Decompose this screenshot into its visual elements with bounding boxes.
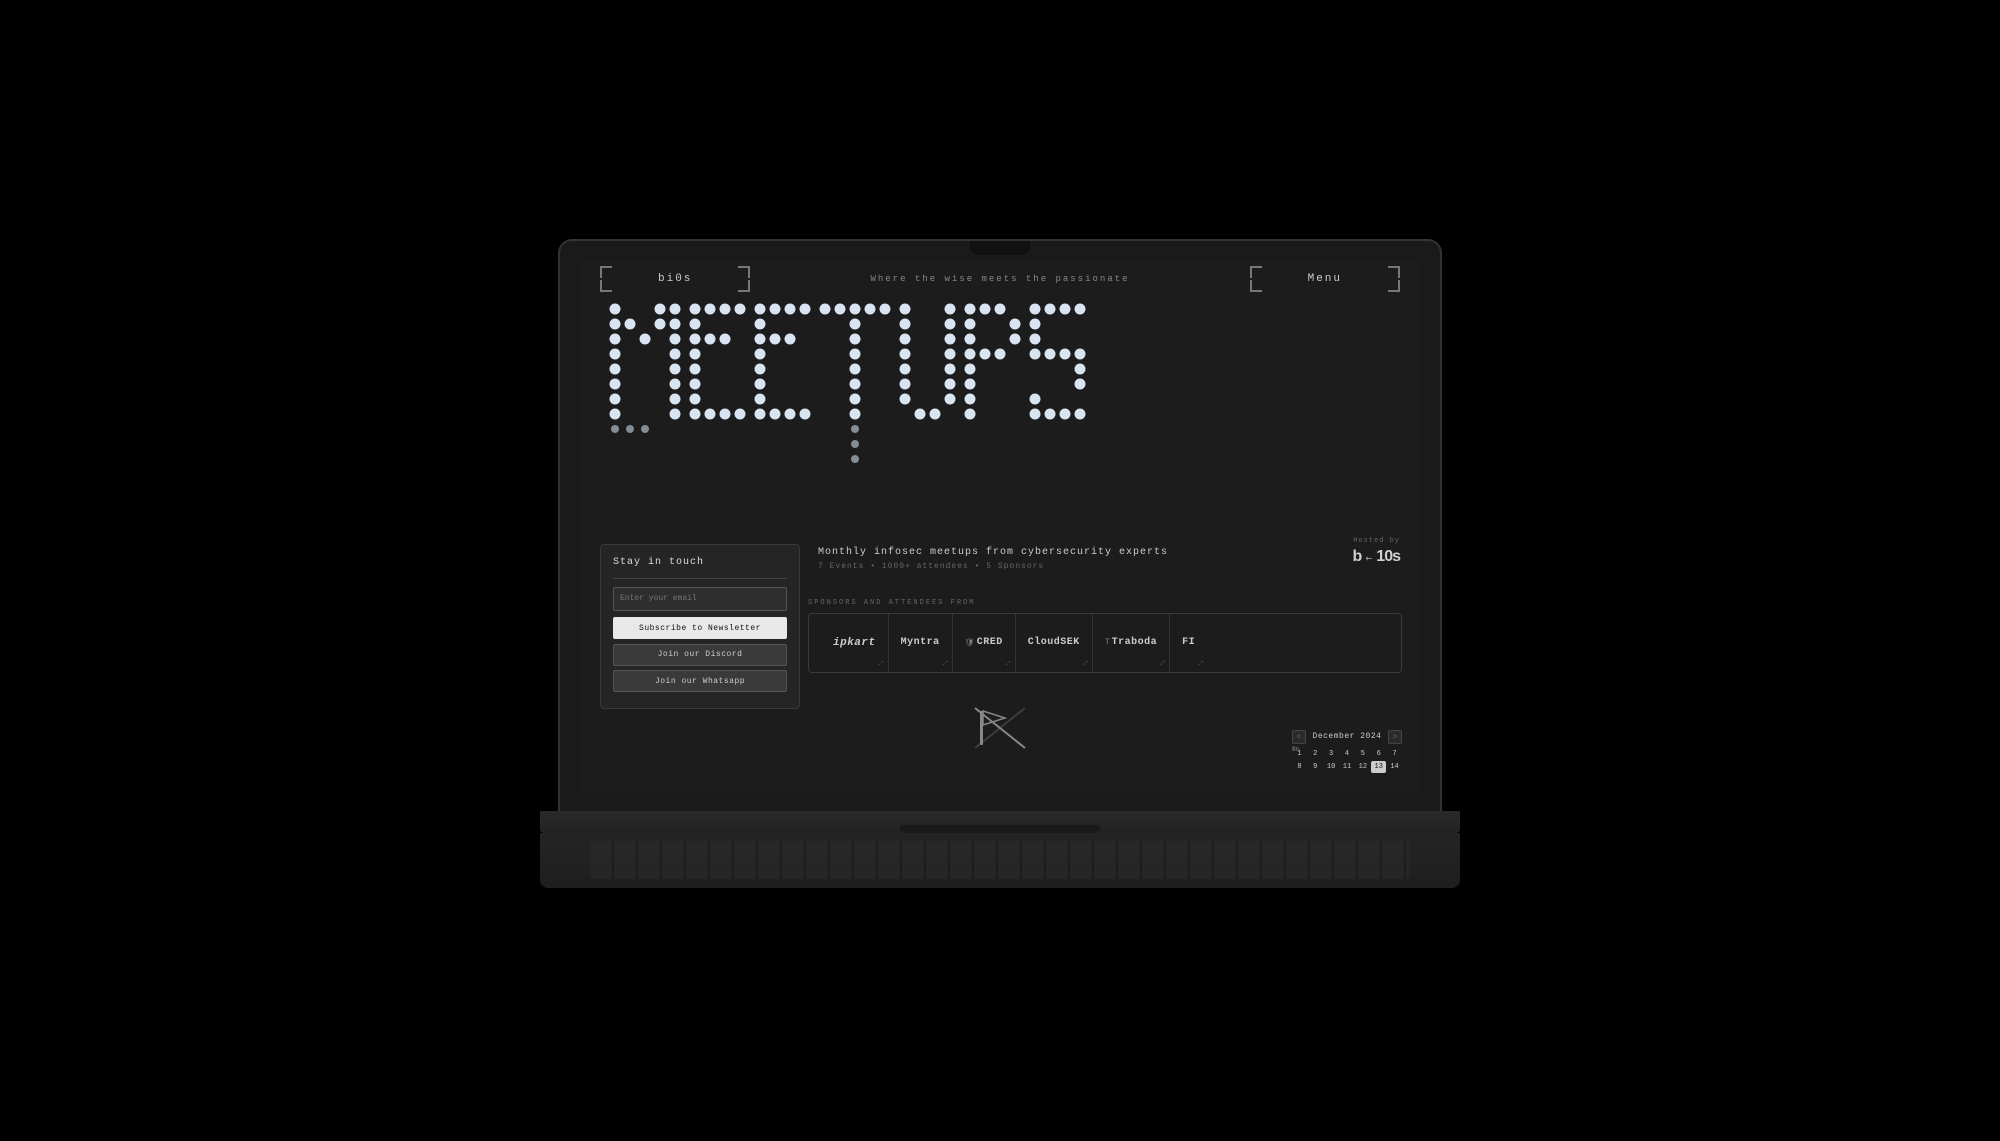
sponsor-name: FI (1182, 637, 1195, 648)
hosted-by-area: Hosted by b←10s (1353, 537, 1400, 566)
expand-icon: ⤢ (943, 660, 948, 668)
sponsors-section: SPONSORS AND ATTENDEES FROM ipkart ⤢ Myn… (808, 599, 1402, 673)
menu-right-bracket-icon (1342, 264, 1402, 294)
logo-text[interactable]: bi0s (658, 273, 692, 285)
expand-icon: ⤢ (1160, 660, 1165, 668)
laptop-notch (970, 241, 1030, 255)
stay-in-touch-card: Stay in touch Subscribe to Newsletter Jo… (600, 544, 800, 710)
sponsor-name: ipkart (833, 637, 876, 649)
expand-icon: ⤢ (1006, 660, 1011, 668)
sponsor-name: CloudSEK (1028, 637, 1080, 648)
laptop-keyboard (540, 833, 1460, 888)
discord-button[interactable]: Join our Discord (613, 644, 787, 666)
sponsor-cloudsek: CloudSEK ⤢ (1016, 614, 1093, 672)
header: bi0s Where the wise meets the passionate… (578, 259, 1422, 299)
hosted-logo: b←10s (1353, 548, 1400, 566)
menu-label[interactable]: Menu (1308, 273, 1342, 285)
cred-shield-icon: 🛡 (965, 638, 975, 648)
sponsor-traboda: T Traboda ⤢ (1093, 614, 1170, 672)
calendar-grid: Su Mo Tu We Th Fr Sa 1 2 3 4 5 6 (1292, 748, 1402, 773)
expand-icon: ⤢ (879, 660, 884, 668)
sponsor-myntra: Myntra ⤢ (889, 614, 953, 672)
traboda-icon: T (1105, 638, 1110, 647)
left-bracket-icon (598, 264, 658, 294)
email-input[interactable] (613, 587, 787, 611)
description-main: Monthly infosec meetups from cybersecuri… (818, 547, 1168, 558)
card-title: Stay in touch (613, 557, 787, 568)
header-tagline: Where the wise meets the passionate (870, 274, 1129, 284)
subscribe-button[interactable]: Subscribe to Newsletter (613, 617, 787, 639)
hosted-by-label: Hosted by (1353, 537, 1400, 545)
sponsor-name: CRED (977, 637, 1003, 648)
right-bracket-icon (692, 264, 752, 294)
sponsor-name: Traboda (1112, 637, 1158, 648)
meetups-dot-matrix (605, 294, 1395, 509)
no-flag-icon-area (970, 703, 1030, 758)
whatsapp-button[interactable]: Join our Whatsapp (613, 670, 787, 692)
screen-content: bi0s Where the wise meets the passionate… (578, 259, 1422, 793)
sponsor-name: Myntra (901, 637, 940, 648)
hero-title-area (578, 294, 1422, 509)
card-divider (613, 578, 787, 579)
sponsor-fi: FI ⤢ (1170, 614, 1207, 672)
expand-icon: ⤢ (1083, 660, 1088, 668)
keyboard-keys (590, 841, 1410, 879)
calendar-section: < December 2024 > Su Mo Tu We Th Fr Sa (1292, 730, 1402, 773)
laptop-base (540, 811, 1460, 833)
laptop-screen: bi0s Where the wise meets the passionate… (578, 259, 1422, 793)
sponsor-cred: 🛡 CRED ⤢ (953, 614, 1016, 672)
sponsors-label: SPONSORS AND ATTENDEES FROM (808, 599, 1402, 607)
description-stats: 7 Events • 1000+ attendees • 5 Sponsors (818, 562, 1168, 571)
laptop-screen-bezel: bi0s Where the wise meets the passionate… (560, 241, 1440, 811)
description-area: Monthly infosec meetups from cybersecuri… (818, 547, 1168, 571)
no-flag-icon (970, 703, 1030, 753)
header-menu-group: Menu (1248, 264, 1402, 294)
expand-icon: ⤢ (1198, 660, 1203, 668)
cal-header-sa: Sa (1292, 730, 1402, 770)
sponsor-ipkart: ipkart ⤢ (821, 614, 889, 672)
menu-left-bracket-icon (1248, 264, 1308, 294)
header-logo-group: bi0s (598, 264, 752, 294)
sponsors-box: ipkart ⤢ Myntra ⤢ 🛡 CRED ⤢ (808, 613, 1402, 673)
